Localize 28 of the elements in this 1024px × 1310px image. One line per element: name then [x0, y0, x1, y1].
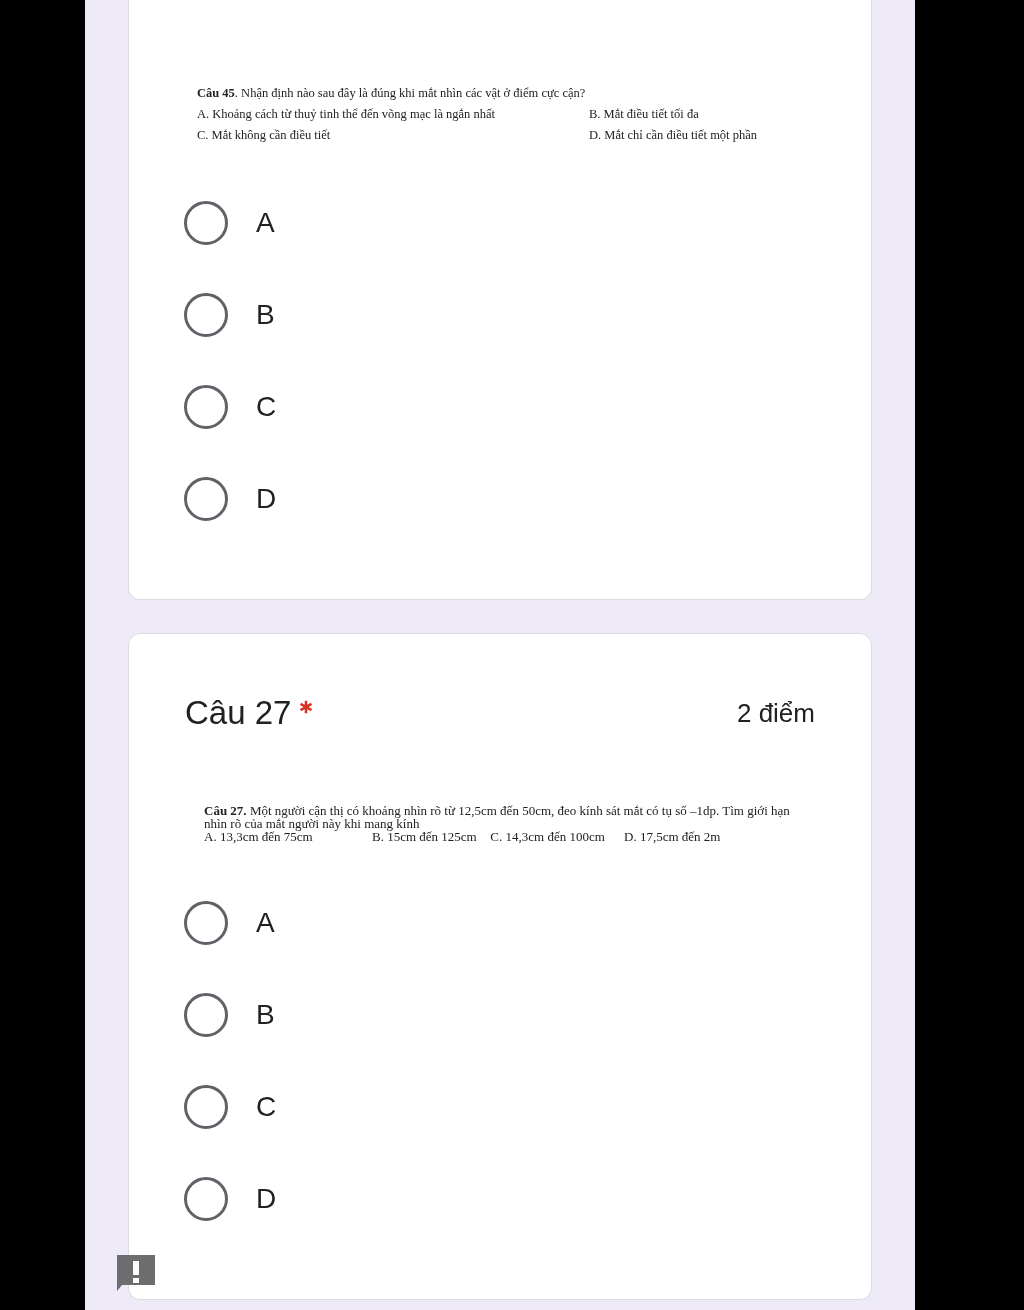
radio-button[interactable]	[184, 1177, 228, 1221]
question-points: 2 điểm	[736, 697, 815, 729]
question-text: Câu 45. Nhận định nào sau đây là đúng khi mắt nhìn các vật ở điểm cực cận?	[197, 86, 587, 101]
radio-button[interactable]	[184, 993, 228, 1037]
answer-option-text: C. Mắt không cần điều tiết	[197, 128, 332, 143]
question-text: Câu 27. Một người cận thị có khoảng nhìn rõ từ 12,5cm đến 50cm, đeo kính sát mắt có tụ số –1dp. Tìm giới hạn nhìn rõ của mắt người này khi mang kính	[204, 804, 791, 830]
choice-label[interactable]: A	[256, 907, 275, 939]
question-title: Câu 27	[185, 694, 292, 732]
choice-label[interactable]: D	[256, 483, 277, 515]
choice-label[interactable]: B	[256, 299, 275, 331]
answer-option-text: D. Mắt chỉ cần điều tiết một phần	[589, 128, 758, 143]
answer-option-text: A. Khoảng cách từ thuỷ tinh thể đến võng mạc là ngắn nhất	[197, 107, 497, 122]
radio-button[interactable]	[184, 901, 228, 945]
radio-button[interactable]	[184, 293, 228, 337]
answer-option-text: C. 14,3cm đến 100cm	[490, 830, 606, 843]
choice-label[interactable]: B	[256, 999, 275, 1031]
choice-label[interactable]: D	[256, 1183, 277, 1215]
answer-option-text: B. 15cm đến 125cm	[372, 830, 478, 843]
answer-option-text: D. 17,5cm đến 2m	[624, 830, 722, 843]
choice-label[interactable]: A	[256, 207, 275, 239]
choice-label[interactable]: C	[256, 391, 277, 423]
answer-option-text: B. Mắt điều tiết tối đa	[589, 107, 700, 122]
radio-button[interactable]	[184, 385, 228, 429]
radio-button[interactable]	[184, 477, 228, 521]
radio-button[interactable]	[184, 1085, 228, 1129]
answer-option-text: A. 13,3cm đến 75cm	[204, 830, 313, 843]
radio-button[interactable]	[184, 201, 228, 245]
choice-label[interactable]: C	[256, 1091, 277, 1123]
